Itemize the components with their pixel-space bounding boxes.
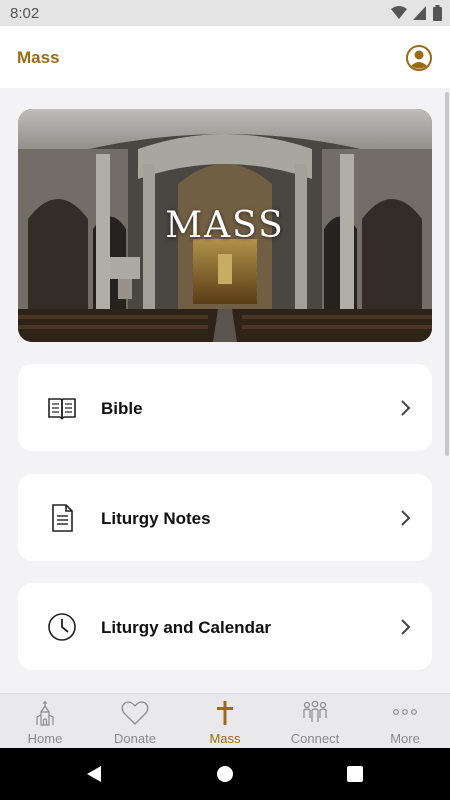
nav-label-donate: Donate	[114, 731, 156, 746]
status-icons	[391, 5, 442, 21]
signal-icon	[413, 6, 426, 20]
page-title: Mass	[17, 48, 60, 67]
cross-icon	[217, 701, 233, 725]
hero-banner[interactable]: MASS	[18, 109, 432, 342]
hero-title: MASS	[165, 205, 285, 246]
liturgy-calendar-label: Liturgy and Calendar	[101, 618, 272, 637]
bible-card[interactable]: Bible	[18, 364, 432, 451]
app-header: Mass	[0, 26, 450, 88]
recents-icon[interactable]	[345, 764, 365, 784]
liturgy-calendar-card[interactable]: Liturgy and Calendar	[18, 583, 432, 670]
bottom-nav: Home Donate Mass Connect More	[0, 693, 450, 748]
clock-icon	[48, 613, 76, 641]
book-icon	[48, 398, 76, 420]
wifi-icon	[391, 6, 407, 19]
status-time: 8:02	[10, 5, 40, 22]
more-dots-icon	[393, 709, 417, 715]
back-icon[interactable]	[84, 764, 104, 784]
nav-item-connect[interactable]: Connect	[270, 694, 360, 748]
nav-label-mass: Mass	[209, 731, 241, 746]
nav-label-connect: Connect	[290, 731, 340, 746]
nav-item-mass[interactable]: Mass	[180, 694, 270, 748]
profile-icon	[406, 45, 432, 71]
nav-label-more: More	[390, 731, 420, 746]
battery-icon	[433, 5, 442, 21]
status-bar: 8:02	[0, 0, 450, 26]
nav-item-donate[interactable]: Donate	[90, 694, 180, 748]
system-nav-bar	[0, 748, 450, 800]
chevron-right-icon	[401, 619, 411, 635]
home-icon[interactable]	[215, 764, 235, 784]
chevron-right-icon	[401, 400, 411, 416]
bible-label: Bible	[101, 399, 143, 418]
people-icon	[303, 700, 327, 722]
profile-button[interactable]	[406, 45, 432, 71]
document-icon	[52, 504, 73, 532]
church-icon	[36, 701, 54, 726]
nav-item-more[interactable]: More	[360, 694, 450, 748]
heart-icon	[121, 701, 149, 725]
scrollbar[interactable]	[445, 92, 449, 456]
chevron-right-icon	[401, 510, 411, 526]
liturgy-notes-card[interactable]: Liturgy Notes	[18, 474, 432, 561]
nav-item-home[interactable]: Home	[0, 694, 90, 748]
liturgy-notes-label: Liturgy Notes	[101, 509, 211, 528]
nav-label-home: Home	[27, 731, 63, 746]
content-area[interactable]: MASS Bible Liturgy Notes Liturgy and Cal…	[0, 88, 450, 693]
